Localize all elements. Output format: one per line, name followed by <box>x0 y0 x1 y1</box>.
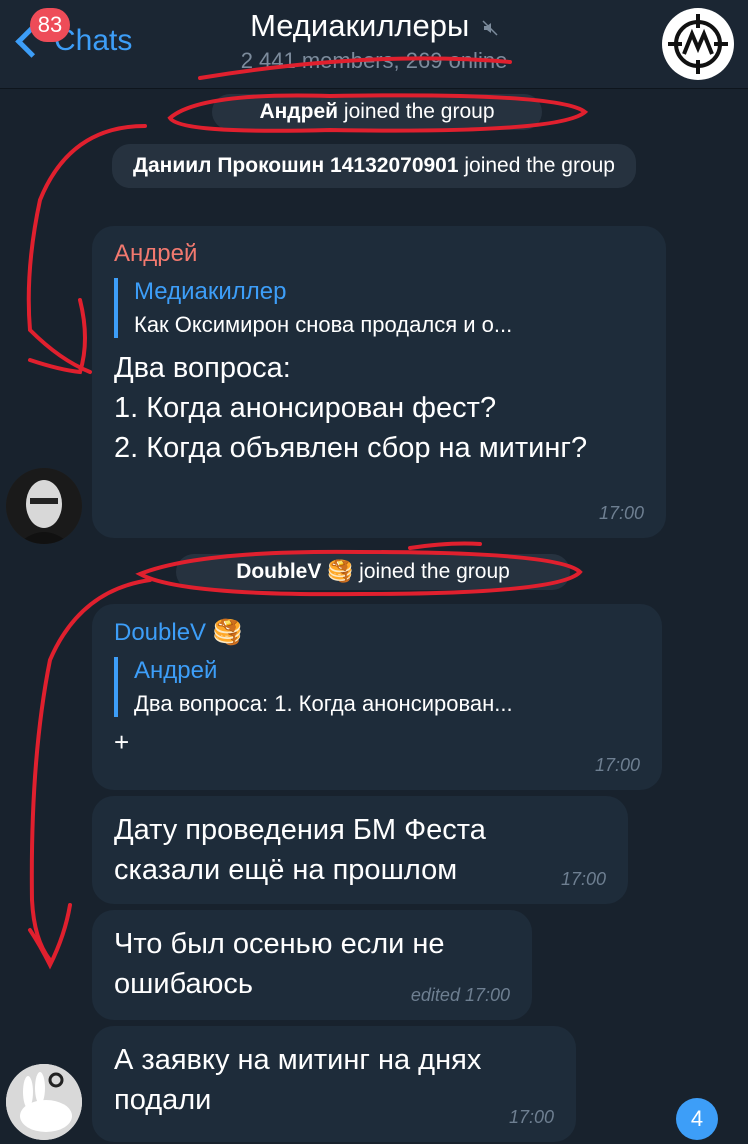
reply-text: Два вопроса: 1. Когда анонсирован... <box>134 691 513 716</box>
user-face-icon <box>6 468 82 544</box>
reply-preview[interactable]: Андрей Два вопроса: 1. Когда анонсирован… <box>114 657 640 717</box>
message-bubble[interactable]: Андрей Медиакиллер Как Оксимирон снова п… <box>92 226 666 538</box>
service-text: joined the group <box>338 100 495 123</box>
message-time: 17:00 <box>560 869 606 889</box>
message-text: + <box>114 727 130 757</box>
reply-sender: Медиакиллер <box>134 278 287 305</box>
chat-title-area[interactable]: Медиакиллеры <box>0 8 748 44</box>
group-avatar[interactable] <box>662 8 734 80</box>
message-text: Дату проведения БМ Феста сказали ещё на … <box>114 814 486 886</box>
chat-header: Chats 83 Медиакиллеры 2 441 members, 269… <box>0 0 748 89</box>
crosshair-m-logo-icon <box>668 14 728 74</box>
service-message-join: Даниил Прокошин 14132070901 joined the g… <box>112 144 636 188</box>
service-message-join: DoubleV 🥞 joined the group <box>176 554 570 590</box>
bunny-avatar-icon <box>6 1064 82 1140</box>
service-message-join: Андрей joined the group <box>212 94 542 130</box>
message-sender[interactable]: Андрей <box>114 240 626 268</box>
chat-subtitle: 2 441 members, 269 online <box>240 48 508 73</box>
reply-preview[interactable]: Медиакиллер Как Оксимирон снова продался… <box>114 278 626 338</box>
message-text: А заявку на митинг на днях подали <box>114 1044 482 1116</box>
reply-sender: Андрей <box>134 657 218 684</box>
reply-text: Как Оксимирон снова продался и о... <box>134 312 513 337</box>
message-bubble[interactable]: Дату проведения БМ Феста сказали ещё на … <box>92 796 628 904</box>
message-sender[interactable]: DoubleV 🥞 <box>114 618 640 647</box>
message-bubble[interactable]: А заявку на митинг на днях подали 17:00 <box>92 1026 576 1142</box>
message-time: 17:00 <box>598 503 644 523</box>
service-member-name[interactable]: Андрей <box>259 100 338 123</box>
message-bubble[interactable]: Что был осенью если не ошибаюсь edited 1… <box>92 910 532 1020</box>
speaker-mute-icon <box>482 20 498 36</box>
message-text: Два вопроса: 1. Когда анонсирован фест? … <box>114 352 588 464</box>
service-text: joined the group <box>353 560 510 583</box>
message-time: 17:00 <box>508 1107 554 1127</box>
message-bubble[interactable]: DoubleV 🥞 Андрей Два вопроса: 1. Когда а… <box>92 604 662 790</box>
service-member-name[interactable]: Даниил Прокошин 14132070901 <box>133 154 459 177</box>
service-text: joined the group <box>458 154 615 177</box>
avatar[interactable] <box>6 468 82 544</box>
avatar[interactable] <box>6 1064 82 1140</box>
chat-title: Медиакиллеры <box>250 8 470 43</box>
scroll-down-badge[interactable]: 4 <box>676 1098 718 1140</box>
message-time: edited 17:00 <box>410 985 510 1005</box>
message-time: 17:00 <box>594 755 640 775</box>
service-member-name[interactable]: DoubleV 🥞 <box>236 560 353 583</box>
